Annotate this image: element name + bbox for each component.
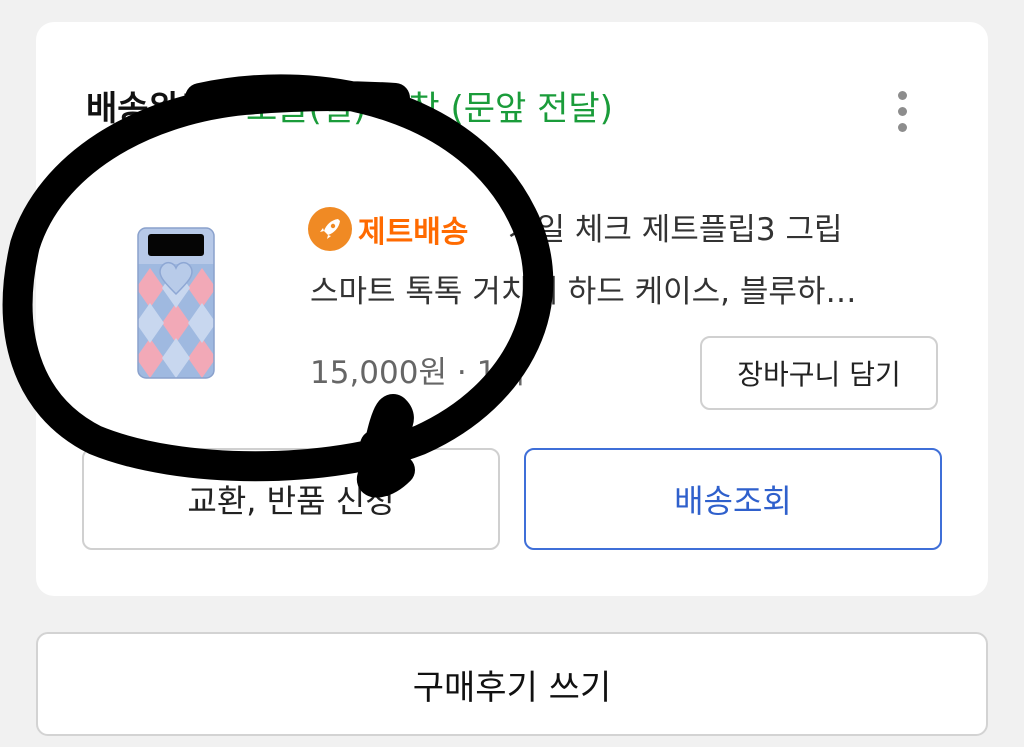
status-detail: 오늘(일) 도착 (문앞 전달)	[245, 89, 613, 129]
more-options-icon[interactable]	[884, 86, 920, 136]
product-title-line2[interactable]: 스마트 톡톡 거치대 하드 케이스, 블루하…	[310, 268, 944, 316]
more-dot	[897, 106, 907, 116]
price-quantity: 15,000원 · 1개	[310, 348, 525, 398]
product-thumbnail[interactable]	[120, 208, 232, 388]
badge-label: 제트배송	[358, 215, 469, 250]
product-price: 15,000원	[310, 355, 447, 391]
delivery-status: 배송완료 오늘(일) 도착 (문앞 전달)	[86, 84, 613, 134]
more-dot	[897, 122, 907, 132]
product-quantity: 1개	[476, 355, 525, 391]
status-label: 배송완료	[86, 89, 212, 129]
separator-dot: ·	[456, 355, 477, 391]
rocket-icon	[308, 207, 352, 251]
write-review-button[interactable]: 구매후기 쓰기	[36, 632, 988, 736]
product-title-line1[interactable]: 가일 체크 제트플립3 그립	[508, 208, 948, 252]
more-dot	[897, 90, 907, 100]
track-delivery-button[interactable]: 배송조회	[524, 448, 942, 550]
add-to-cart-button[interactable]: 장바구니 담기	[700, 336, 938, 410]
jet-delivery-badge: 제트배송	[308, 206, 468, 252]
exchange-return-button[interactable]: 교환, 반품 신청	[82, 448, 500, 550]
